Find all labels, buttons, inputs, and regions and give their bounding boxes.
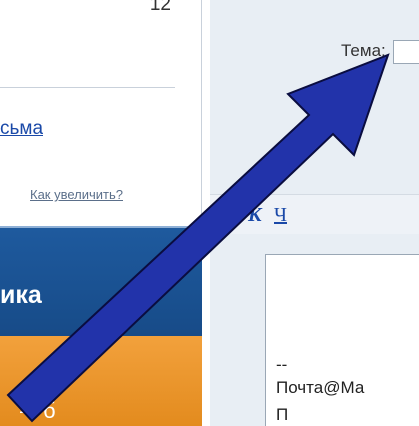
folder-count: 12 bbox=[149, 0, 171, 15]
italic-button[interactable]: К bbox=[248, 205, 262, 225]
divider bbox=[0, 87, 175, 88]
message-body-editor[interactable]: -- Почта@Ма П bbox=[265, 254, 419, 426]
underline-button[interactable]: Ч bbox=[274, 205, 287, 225]
promo-blue-text: ика bbox=[0, 281, 42, 309]
subject-input[interactable] bbox=[393, 40, 419, 64]
letters-link[interactable]: сьма bbox=[0, 118, 43, 140]
folder-sidebar: 12 сьма Как увеличить? bbox=[0, 0, 202, 226]
promo-banner-blue[interactable]: ика bbox=[0, 226, 202, 336]
signature-dashes: -- bbox=[276, 355, 288, 374]
signature-text-2: П bbox=[276, 405, 289, 424]
format-toolbar: Ж К Ч bbox=[210, 194, 419, 234]
compose-panel: Тема: Ж К Ч -- Почта@Ма П bbox=[210, 0, 419, 426]
bold-button[interactable]: Ж bbox=[222, 205, 242, 225]
subject-label: Тема: bbox=[341, 41, 386, 60]
promo-banner-orange[interactable]: —б bbox=[0, 336, 202, 426]
promo-orange-text: —б bbox=[20, 398, 57, 423]
how-increase-link[interactable]: Как увеличить? bbox=[30, 187, 123, 202]
signature-text: Почта@Ма bbox=[276, 378, 365, 397]
